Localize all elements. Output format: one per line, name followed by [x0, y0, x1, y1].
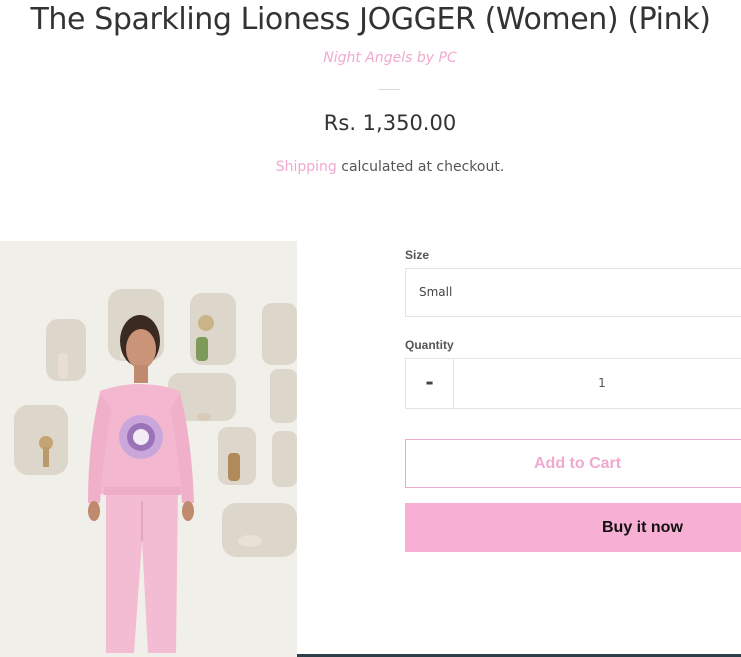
buy-now-button[interactable]: Buy it now	[405, 503, 741, 552]
quantity-stepper: - 1	[405, 358, 741, 409]
shipping-note: Shipping calculated at checkout.	[0, 159, 741, 175]
quantity-label: Quantity	[405, 338, 454, 352]
product-image[interactable]	[0, 241, 297, 657]
vendor-link[interactable]: Night Angels by PC	[0, 50, 741, 66]
product-price: Rs. 1,350.00	[323, 111, 457, 135]
quantity-input[interactable]: 1	[454, 359, 741, 408]
add-to-cart-button[interactable]: Add to Cart	[405, 439, 741, 488]
divider	[378, 89, 400, 90]
quantity-decrease-button[interactable]: -	[406, 359, 454, 408]
product-title: The Sparkling Lioness JOGGER (Women) (Pi…	[30, 2, 711, 37]
shipping-text: calculated at checkout.	[336, 159, 505, 175]
product-photo-illustration	[0, 241, 297, 657]
size-select[interactable]: Small	[405, 268, 741, 317]
shipping-link[interactable]: Shipping	[276, 159, 337, 175]
size-label: Size	[405, 248, 430, 262]
